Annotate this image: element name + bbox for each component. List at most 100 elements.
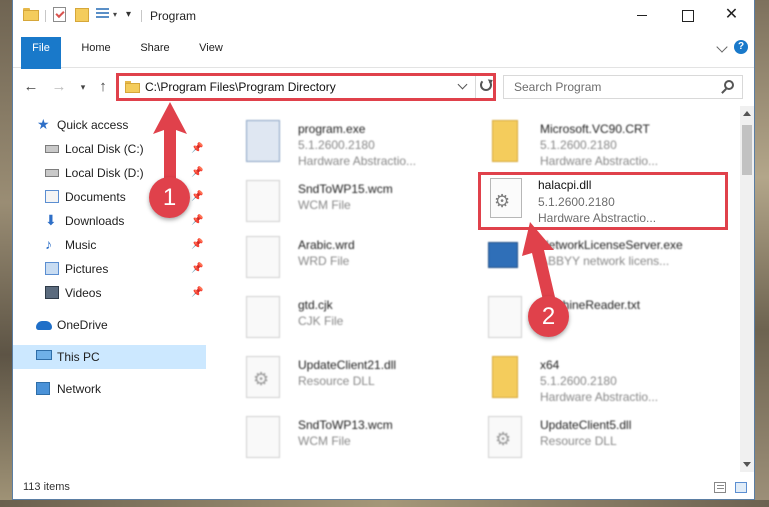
videos-icon	[45, 286, 59, 299]
file-detail: 5.1.2600.2180	[298, 138, 375, 152]
pin-icon: 📌	[191, 215, 204, 226]
folder-icon	[492, 356, 518, 398]
sidebar-item-label: Local Disk (C:)	[65, 142, 144, 156]
file-detail: Resource DLL	[298, 374, 375, 388]
pictures-icon	[45, 262, 59, 275]
sidebar-item-onedrive[interactable]: OneDrive	[13, 313, 206, 337]
sidebar-item-label: Pictures	[65, 262, 109, 276]
large-icons-view-icon[interactable]	[735, 482, 747, 493]
sidebar-item-label: Network	[57, 382, 102, 396]
minimize-button[interactable]	[619, 0, 664, 30]
file-detail: Resource DLL	[540, 434, 617, 448]
list-item[interactable]: Microsoft.VC90.CRT 5.1.2600.2180 Hardwar…	[468, 114, 708, 170]
back-button[interactable]: ←	[21, 77, 41, 97]
dll-file-icon	[246, 356, 280, 398]
file-name: program.exe	[298, 122, 366, 136]
desktop-background-left	[0, 0, 12, 507]
window-title: Program	[150, 9, 197, 23]
downloads-icon: ⬇	[45, 212, 57, 228]
sidebar-item-this-pc[interactable]: This PC	[13, 345, 206, 369]
sidebar-item-label: Documents	[65, 190, 126, 204]
folder-icon	[492, 120, 518, 162]
file-detail: 5.1.2600.2180	[540, 138, 617, 152]
navigation-bar: ← → ▾ ↑ C:\Program Files\Program Directo…	[13, 69, 754, 105]
properties-icon[interactable]	[53, 7, 66, 22]
sidebar-item-videos[interactable]: Videos 📌	[13, 281, 206, 305]
step-two-badge: 2	[528, 296, 569, 337]
step-one-badge: 1	[149, 177, 190, 218]
file-name: UpdateClient21.dll	[298, 358, 397, 372]
details-view-icon[interactable]	[714, 482, 726, 493]
network-app-icon	[488, 242, 518, 268]
tab-view[interactable]: View	[189, 37, 233, 60]
sidebar-item-label: Music	[65, 238, 97, 252]
toolbar-separator	[45, 10, 46, 22]
list-item[interactable]: MachineReader.txt	[468, 290, 708, 346]
up-button[interactable]: ↑	[93, 77, 113, 97]
file-name: SndToWP13.wcm	[298, 418, 393, 432]
expand-ribbon-icon[interactable]	[716, 41, 728, 53]
sidebar-item-label: Downloads	[65, 214, 125, 228]
file-name: UpdateClient5.dll	[540, 418, 632, 432]
search-input[interactable]: Search Program	[514, 80, 601, 94]
list-item[interactable]: UpdateClient5.dll Resource DLL	[468, 410, 708, 466]
desktop-background-bottom	[0, 500, 769, 507]
scroll-down-icon[interactable]	[743, 462, 751, 467]
dll-file-icon	[488, 416, 522, 458]
status-bar: 113 items	[13, 474, 754, 499]
file-detail: CJK File	[298, 314, 344, 328]
music-icon: ♪	[45, 236, 52, 252]
file-detail: 5.1.2600.2180	[540, 374, 617, 388]
forward-button[interactable]: →	[49, 77, 69, 97]
file-name: x64	[540, 358, 560, 372]
list-item[interactable]: program.exe 5.1.2600.2180 Hardware Abstr…	[226, 114, 466, 170]
file-list-blurred: program.exe 5.1.2600.2180 Hardware Abstr…	[206, 106, 739, 472]
file-detail: WCM File	[298, 434, 351, 448]
recent-locations-button[interactable]: ▾	[73, 77, 93, 97]
sidebar-item-label: Videos	[65, 286, 102, 300]
file-detail: Hardware Abstractio...	[540, 390, 659, 404]
vertical-scrollbar[interactable]	[740, 106, 754, 472]
file-name: SndToWP15.wcm	[298, 182, 393, 196]
file-list: program.exe 5.1.2600.2180 Hardware Abstr…	[206, 106, 739, 472]
documents-icon	[45, 190, 59, 203]
sidebar-item-label: OneDrive	[57, 318, 108, 332]
sidebar-item-label: Quick access	[57, 118, 129, 132]
this-pc-icon	[36, 350, 52, 360]
tab-home[interactable]: Home	[71, 37, 121, 60]
tab-share[interactable]: Share	[131, 37, 179, 60]
list-item[interactable]: SndToWP15.wcm WCM File	[226, 174, 466, 230]
scroll-up-icon[interactable]	[743, 111, 751, 116]
list-item[interactable]: x64 5.1.2600.2180 Hardware Abstractio...	[468, 350, 708, 406]
search-icon[interactable]	[724, 80, 734, 90]
close-button[interactable]: ✕	[709, 0, 754, 30]
pin-icon: 📌	[191, 239, 204, 250]
item-count: 113 items	[23, 481, 70, 493]
list-item[interactable]: Arabic.wrd WRD File	[226, 230, 466, 286]
sidebar-item-label: This PC	[57, 350, 100, 364]
file-highlight-box	[478, 172, 728, 230]
scroll-thumb[interactable]	[742, 125, 752, 175]
maximize-button[interactable]	[664, 0, 709, 30]
view-options-icon[interactable]	[96, 8, 109, 21]
disk-icon	[45, 145, 59, 153]
list-item[interactable]: NetworkLicenseServer.exe ABBYY network l…	[468, 230, 708, 286]
list-item[interactable]: gtd.cjk CJK File	[226, 290, 466, 346]
new-folder-icon[interactable]	[75, 8, 89, 22]
customize-toolbar-icon[interactable]: ▾	[126, 9, 131, 20]
list-item[interactable]: UpdateClient21.dll Resource DLL	[226, 350, 466, 406]
file-icon	[246, 296, 280, 338]
sidebar-item-network[interactable]: Network	[13, 377, 206, 401]
network-icon	[36, 382, 50, 395]
search-box[interactable]: Search Program	[503, 75, 743, 99]
disk-icon	[45, 169, 59, 177]
sidebar-item-music[interactable]: ♪ Music 📌	[13, 233, 206, 257]
help-icon[interactable]: ?	[734, 40, 748, 54]
chevron-down-icon[interactable]: ▾	[113, 10, 117, 19]
ribbon-tabs: File Home Share View ?	[13, 31, 754, 93]
exe-file-icon	[246, 120, 280, 162]
text-file-icon	[488, 296, 522, 338]
pin-icon: 📌	[191, 191, 204, 202]
sidebar-item-pictures[interactable]: Pictures 📌	[13, 257, 206, 281]
list-item[interactable]: SndToWP13.wcm WCM File	[226, 410, 466, 466]
